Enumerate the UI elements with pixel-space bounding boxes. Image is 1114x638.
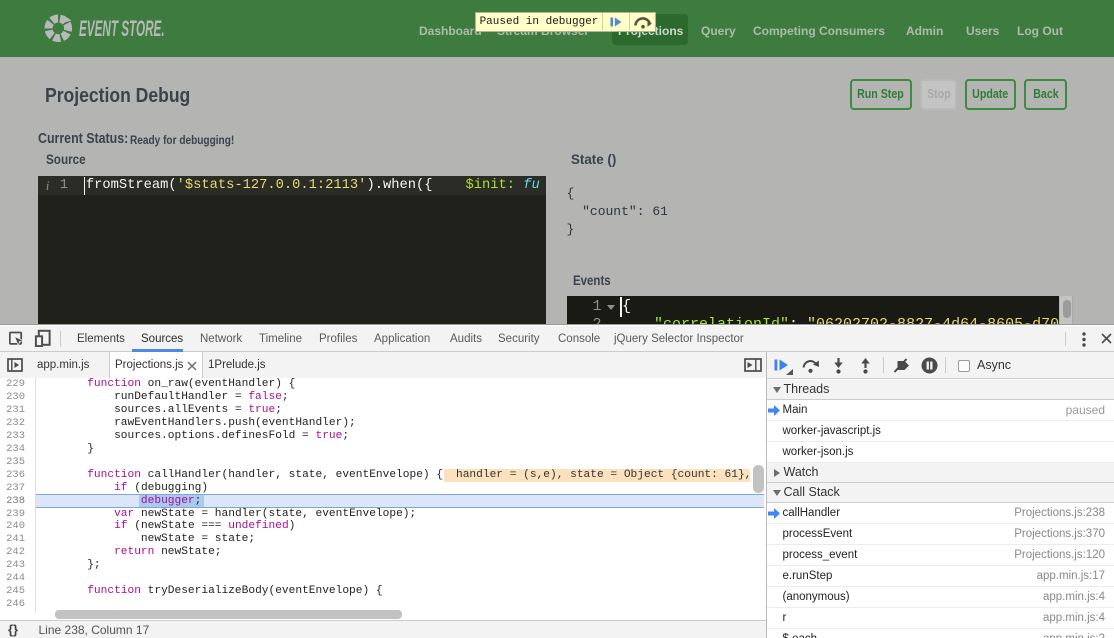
svg-text:EVENT STORE.: EVENT STORE.: [79, 16, 165, 41]
